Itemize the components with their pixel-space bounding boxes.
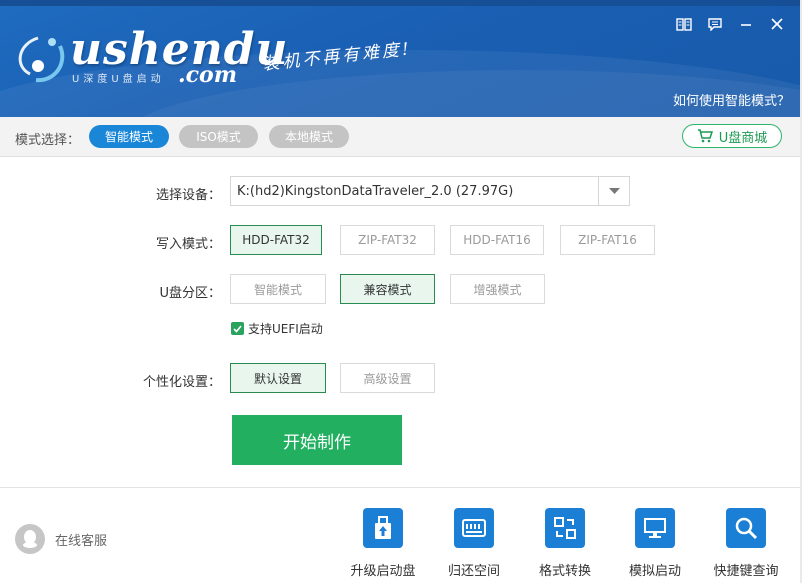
write-mode-label: 写入模式： [155,237,221,252]
tool-label: 格式转换 [538,564,591,579]
partition-label: U盘分区： [159,286,221,301]
device-value: K:(hd2)KingstonDataTraveler_2.0 (27.97G) [237,184,514,199]
device-select[interactable]: K:(hd2)KingstonDataTraveler_2.0 (27.97G) [230,176,630,206]
close-icon[interactable] [761,14,792,34]
search-icon [726,508,766,548]
write-option-zip-fat16[interactable]: ZIP-FAT16 [560,225,655,255]
uefi-label: 支持UEFI启动 [248,322,323,336]
online-support[interactable]: 在线客服 [15,524,107,554]
tab-iso-mode[interactable]: ISO模式 [179,125,258,148]
tool-simulate-boot[interactable]: 模拟启动 [614,508,696,579]
mode-bar: 模式选择： 智能模式 ISO模式 本地模式 U盘商城 [0,117,802,157]
support-label: 在线客服 [55,533,108,549]
feedback-icon[interactable] [699,14,730,34]
advanced-settings-button[interactable]: 高级设置 [340,363,435,393]
uefi-checkbox-row[interactable]: 支持UEFI启动 [231,320,323,337]
partition-option-smart[interactable]: 智能模式 [230,274,326,304]
tool-format-convert[interactable]: 格式转换 [524,508,606,579]
partition-option-enhanced[interactable]: 增强模式 [450,274,545,304]
cart-icon [697,129,713,143]
default-settings-button[interactable]: 默认设置 [230,363,326,393]
tool-label: 快捷键查询 [713,564,779,579]
convert-icon [545,508,585,548]
write-option-hdd-fat32[interactable]: HDD-FAT32 [230,225,322,255]
tool-upgrade[interactable]: 升级启动盘 [342,508,424,579]
logo-subtitle: U深度U盘启动 [72,74,165,85]
shop-label: U盘商城 [718,130,768,146]
mode-label: 模式选择： [15,133,81,148]
tool-label: 升级启动盘 [350,564,416,579]
qq-icon [15,524,45,554]
book-icon[interactable] [668,14,699,34]
title-strip [0,0,802,6]
tool-restore-space[interactable]: 归还空间 [433,508,515,579]
tool-label: 归还空间 [447,564,500,579]
tab-smart-mode[interactable]: 智能模式 [89,125,169,148]
help-link[interactable]: 如何使用智能模式？ [673,90,790,109]
minimize-icon[interactable] [730,14,761,34]
tab-local-mode[interactable]: 本地模式 [269,125,349,148]
shop-button[interactable]: U盘商城 [682,124,782,148]
start-button[interactable]: 开始制作 [232,415,402,465]
window-controls [668,14,792,34]
custom-settings-label: 个性化设置： [142,375,221,390]
write-option-zip-fat32[interactable]: ZIP-FAT32 [340,225,435,255]
upgrade-icon [363,508,403,548]
write-option-hdd-fat16[interactable]: HDD-FAT16 [450,225,544,255]
footer-toolbar: 在线客服 升级启动盘 归还空间 格式转换 模拟启动 快捷键查询 [0,487,802,583]
logo-domain: .com [178,62,238,88]
monitor-icon [635,508,675,548]
tool-label: 模拟启动 [628,564,681,579]
disk-icon [454,508,494,548]
tool-hotkey-lookup[interactable]: 快捷键查询 [705,508,787,579]
partition-option-compatible[interactable]: 兼容模式 [340,274,435,304]
app-header: ushendu U深度U盘启动 .com 装机不再有难度! 如何使用智能模式？ [0,0,802,117]
device-label: 选择设备： [155,188,221,203]
uefi-checkbox[interactable] [231,322,244,335]
chevron-down-icon[interactable] [598,177,629,205]
